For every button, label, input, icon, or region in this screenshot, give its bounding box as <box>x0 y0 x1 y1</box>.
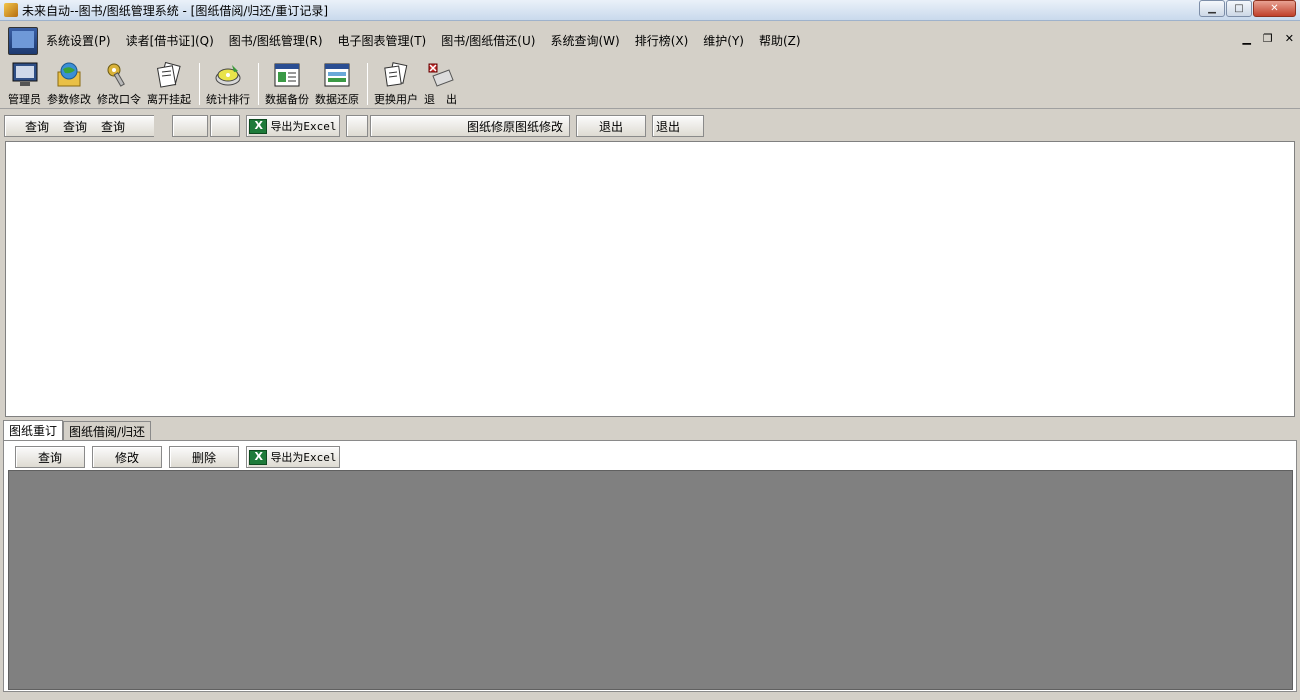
top-button-row: 查询 查询 查询 导出为Excel 图纸修原图纸修改 退出 退出 <box>4 112 1296 140</box>
excel-icon <box>249 118 268 134</box>
records-panel[interactable] <box>5 141 1295 417</box>
tool-password[interactable]: 修改口令 <box>97 59 141 107</box>
admin-monitor-icon <box>10 61 40 89</box>
mdi-minimize-icon[interactable]: ▁ <box>1242 32 1250 45</box>
bottom-button-row: 查询 修改 删除 导出为Excel <box>15 446 340 468</box>
tool-label: 管理员 <box>8 93 41 106</box>
mdi-restore-icon[interactable]: ❐ <box>1263 32 1273 45</box>
status-strip <box>0 692 1300 700</box>
modify-button[interactable]: 修改 <box>92 446 162 468</box>
tool-label: 数据还原 <box>315 93 359 106</box>
exit-button-2[interactable]: 退出 <box>652 115 704 137</box>
tool-suspend[interactable]: 离开挂起 <box>147 59 191 107</box>
modify-drawing-label: 图纸修原图纸修改 <box>466 119 563 134</box>
globe-folder-icon <box>54 61 84 89</box>
query-button[interactable]: 查询 <box>15 446 85 468</box>
menu-reader[interactable]: 读者[借书证](Q) <box>126 32 214 49</box>
menu-system-query[interactable]: 系统查询(W) <box>550 32 619 49</box>
monitor-logo-icon <box>8 26 38 55</box>
query-button-2[interactable]: 查询 <box>63 118 87 135</box>
user-docs-icon <box>381 61 411 89</box>
tool-label: 离开挂起 <box>147 93 191 106</box>
window-controls: ▁ □ ✕ <box>1198 0 1296 17</box>
window-restore-icon <box>322 61 352 89</box>
delete-button-label: 删除 <box>191 450 216 465</box>
exit-button-1[interactable]: 退出 <box>576 115 646 137</box>
key-icon <box>104 61 134 89</box>
tool-label: 更换用户 <box>374 93 418 106</box>
menu-electronic-charts[interactable]: 电子图表管理(T) <box>338 32 427 49</box>
tool-label: 退 出 <box>424 93 457 106</box>
excel-icon <box>249 449 268 465</box>
tab-label: 图纸重订 <box>9 424 58 438</box>
exit-button-label: 退出 <box>656 119 681 134</box>
window-title: 未来自动--图书/图纸管理系统 - [图纸借阅/归还/重订记录] <box>22 3 329 18</box>
blank-button-3[interactable] <box>346 115 368 137</box>
tab-strip: 图纸重订 图纸借阅/归还 <box>3 420 152 440</box>
toolbar: 管理员 参数修改 修改口令 离开挂起 统计排行 数据备份 数据还原 更换用户 退… <box>0 59 1300 109</box>
data-grid[interactable] <box>8 470 1293 690</box>
delete-button[interactable]: 删除 <box>169 446 239 468</box>
exit-button-label: 退出 <box>598 119 623 134</box>
tool-params[interactable]: 参数修改 <box>47 59 91 107</box>
tool-backup[interactable]: 数据备份 <box>265 59 309 107</box>
export-excel-label: 导出为Excel <box>270 451 337 464</box>
tool-label: 修改口令 <box>97 93 141 106</box>
toolbar-separator <box>367 63 368 105</box>
title-bar: 未来自动--图书/图纸管理系统 - [图纸借阅/归还/重订记录] ▁ □ ✕ <box>0 0 1300 21</box>
bottom-export-excel-button[interactable]: 导出为Excel <box>246 446 340 468</box>
minimize-icon[interactable]: ▁ <box>1199 0 1225 17</box>
tool-admin[interactable]: 管理员 <box>8 59 41 107</box>
query-button-1[interactable]: 查询 <box>25 118 49 135</box>
menu-maintenance[interactable]: 维护(Y) <box>703 32 744 49</box>
disc-icon <box>213 61 243 89</box>
query-button-3[interactable]: 查询 <box>101 118 125 135</box>
tool-label: 参数修改 <box>47 93 91 106</box>
tab-drawing-borrow-return[interactable]: 图纸借阅/归还 <box>63 421 152 440</box>
menu-system-settings[interactable]: 系统设置(P) <box>46 32 111 49</box>
close-icon[interactable]: ✕ <box>1253 0 1296 17</box>
toolbar-separator <box>199 63 200 105</box>
mdi-close-icon[interactable]: ✕ <box>1285 32 1294 45</box>
app-icon <box>4 3 18 17</box>
export-excel-label: 导出为Excel <box>270 120 337 133</box>
mdi-controls: ▁ ❐ ✕ <box>1242 32 1294 45</box>
export-excel-button[interactable]: 导出为Excel <box>246 115 340 137</box>
menu-ranking[interactable]: 排行榜(X) <box>635 32 689 49</box>
query-button-label: 查询 <box>37 450 62 465</box>
maximize-icon[interactable]: □ <box>1226 0 1252 17</box>
modify-drawing-button[interactable]: 图纸修原图纸修改 <box>370 115 570 137</box>
tool-label: 统计排行 <box>206 93 250 106</box>
tab-label: 图纸借阅/归还 <box>69 424 146 439</box>
menu-bar: 系统设置(P) 读者[借书证](Q) 图书/图纸管理(R) 电子图表管理(T) … <box>0 22 1300 59</box>
blank-button-2[interactable] <box>210 115 240 137</box>
documents-icon <box>154 61 184 89</box>
tool-restore[interactable]: 数据还原 <box>315 59 359 107</box>
tab-drawing-reorder[interactable]: 图纸重订 <box>3 420 64 440</box>
modify-button-label: 修改 <box>114 450 139 465</box>
menu-book-management[interactable]: 图书/图纸管理(R) <box>229 32 323 49</box>
tool-statistics[interactable]: 统计排行 <box>206 59 250 107</box>
toolbar-separator <box>258 63 259 105</box>
menu-borrow-return[interactable]: 图书/图纸借还(U) <box>441 32 535 49</box>
window-backup-icon <box>272 61 302 89</box>
tool-label: 数据备份 <box>265 93 309 106</box>
tool-exit[interactable]: 退 出 <box>424 59 457 107</box>
blank-button-1[interactable] <box>172 115 208 137</box>
tool-switch-user[interactable]: 更换用户 <box>374 59 418 107</box>
exit-icon <box>426 61 456 89</box>
query-button-group[interactable]: 查询 查询 查询 <box>4 115 154 137</box>
menu-help[interactable]: 帮助(Z) <box>759 32 801 49</box>
